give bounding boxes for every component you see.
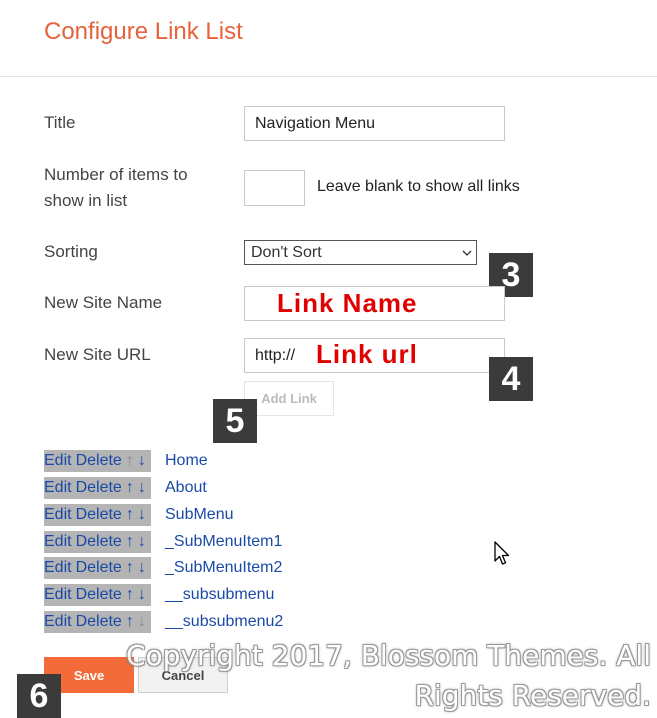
link-name[interactable]: _SubMenuItem1 bbox=[165, 533, 282, 551]
count-input[interactable] bbox=[244, 170, 305, 206]
count-hint: Leave blank to show all links bbox=[317, 178, 520, 195]
edit-link[interactable]: Edit bbox=[44, 559, 72, 577]
copyright-watermark: Copyright 2017, Blossom Themes. All Righ… bbox=[126, 636, 651, 716]
edit-link[interactable]: Edit bbox=[44, 533, 72, 551]
link-name[interactable]: Home bbox=[165, 452, 208, 470]
move-up-icon[interactable]: ↑ bbox=[126, 452, 134, 470]
watermark-line1: Copyright 2017, Blossom Themes. All bbox=[125, 639, 651, 672]
sorting-select-value: Don't Sort bbox=[251, 243, 322, 261]
count-label: Number of items to show in list bbox=[44, 162, 188, 214]
delete-link[interactable]: Delete bbox=[76, 559, 122, 577]
sorting-select[interactable]: Don't Sort bbox=[244, 240, 477, 265]
link-actions: Edit Delete ↑ ↓ bbox=[44, 477, 151, 499]
move-up-icon[interactable]: ↑ bbox=[126, 479, 134, 497]
mouse-cursor-icon bbox=[494, 541, 510, 572]
title-input[interactable]: Navigation Menu bbox=[244, 106, 505, 141]
move-down-icon[interactable]: ↓ bbox=[138, 613, 146, 631]
list-item: Edit Delete ↑ ↓ _SubMenuItem1 bbox=[44, 531, 282, 553]
title-label: Title bbox=[44, 113, 76, 132]
link-name[interactable]: __subsubmenu2 bbox=[165, 613, 283, 631]
add-link-button[interactable]: Add Link bbox=[244, 381, 334, 416]
move-down-icon[interactable]: ↓ bbox=[138, 559, 146, 577]
move-up-icon[interactable]: ↑ bbox=[126, 586, 134, 604]
count-label-line2: show in list bbox=[44, 191, 128, 210]
delete-link[interactable]: Delete bbox=[76, 479, 122, 497]
count-label-line1: Number of items to bbox=[44, 165, 188, 184]
edit-link[interactable]: Edit bbox=[44, 506, 72, 524]
link-name[interactable]: About bbox=[165, 479, 207, 497]
link-name[interactable]: __subsubmenu bbox=[165, 586, 274, 604]
site-name-label: New Site Name bbox=[44, 293, 163, 312]
link-actions: Edit Delete ↑ ↓ bbox=[44, 450, 151, 472]
link-actions: Edit Delete ↑ ↓ bbox=[44, 557, 151, 579]
delete-link[interactable]: Delete bbox=[76, 533, 122, 551]
move-down-icon[interactable]: ↓ bbox=[138, 533, 146, 551]
move-down-icon[interactable]: ↓ bbox=[138, 586, 146, 604]
delete-link[interactable]: Delete bbox=[76, 586, 122, 604]
list-item: Edit Delete ↑ ↓ __subsubmenu2 bbox=[44, 611, 283, 633]
link-url-annotation: Link url bbox=[316, 339, 418, 369]
chevron-down-icon bbox=[458, 246, 476, 260]
edit-link[interactable]: Edit bbox=[44, 479, 72, 497]
watermark-line2: Rights Reserved. bbox=[414, 679, 651, 712]
site-url-input-value: http:// bbox=[255, 346, 296, 364]
move-up-icon[interactable]: ↑ bbox=[126, 613, 134, 631]
move-down-icon[interactable]: ↓ bbox=[138, 479, 146, 497]
move-up-icon[interactable]: ↑ bbox=[126, 506, 134, 524]
delete-link[interactable]: Delete bbox=[76, 452, 122, 470]
list-item: Edit Delete ↑ ↓ Home bbox=[44, 450, 208, 472]
title-input-value: Navigation Menu bbox=[255, 114, 376, 132]
link-name-annotation: Link Name bbox=[277, 288, 418, 318]
link-actions: Edit Delete ↑ ↓ bbox=[44, 504, 151, 526]
edit-link[interactable]: Edit bbox=[44, 586, 72, 604]
step-badge-4: 4 bbox=[489, 357, 533, 401]
link-actions: Edit Delete ↑ ↓ bbox=[44, 611, 151, 633]
link-actions: Edit Delete ↑ ↓ bbox=[44, 531, 151, 553]
edit-link[interactable]: Edit bbox=[44, 613, 72, 631]
site-url-label: New Site URL bbox=[44, 345, 151, 364]
move-down-icon[interactable]: ↓ bbox=[138, 506, 146, 524]
move-down-icon[interactable]: ↓ bbox=[138, 452, 146, 470]
list-item: Edit Delete ↑ ↓ __subsubmenu bbox=[44, 584, 274, 606]
sorting-label: Sorting bbox=[44, 242, 98, 261]
list-item: Edit Delete ↑ ↓ About bbox=[44, 477, 207, 499]
link-actions: Edit Delete ↑ ↓ bbox=[44, 584, 151, 606]
step-badge-5: 5 bbox=[213, 399, 257, 443]
list-item: Edit Delete ↑ ↓ _SubMenuItem2 bbox=[44, 557, 282, 579]
delete-link[interactable]: Delete bbox=[76, 613, 122, 631]
edit-link[interactable]: Edit bbox=[44, 452, 72, 470]
link-name[interactable]: _SubMenuItem2 bbox=[165, 559, 282, 577]
step-badge-6: 6 bbox=[17, 674, 61, 718]
page-title: Configure Link List bbox=[44, 18, 243, 45]
list-item: Edit Delete ↑ ↓ SubMenu bbox=[44, 504, 234, 526]
header-divider bbox=[0, 76, 657, 77]
move-up-icon[interactable]: ↑ bbox=[126, 533, 134, 551]
link-name[interactable]: SubMenu bbox=[165, 506, 234, 524]
move-up-icon[interactable]: ↑ bbox=[126, 559, 134, 577]
delete-link[interactable]: Delete bbox=[76, 506, 122, 524]
